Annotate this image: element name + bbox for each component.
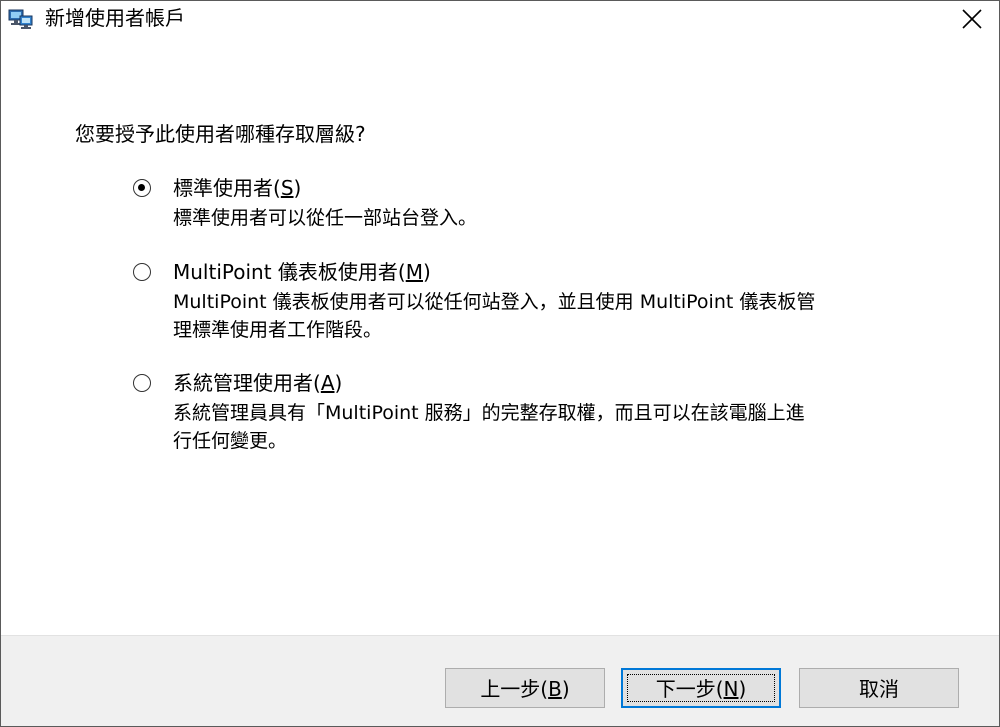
back-button[interactable]: 上一步(B) <box>445 668 605 708</box>
close-button[interactable] <box>945 1 999 37</box>
next-button[interactable]: 下一步(N) <box>621 668 781 708</box>
option-standard-user-label[interactable]: 標準使用者(S) <box>173 176 301 200</box>
description-line: 理標準使用者工作階段。 <box>173 319 383 341</box>
description-line: 標準使用者可以從任一部站台登入。 <box>173 207 478 229</box>
option-admin-user-description: 系統管理員具有「MultiPoint 服務」的完整存取權，而且可以在該電腦上進 … <box>173 399 993 455</box>
button-bar: 上一步(B) 下一步(N) 取消 <box>1 635 999 726</box>
radio-admin-user[interactable] <box>133 374 151 392</box>
computer-network-icon <box>7 7 35 31</box>
close-icon <box>962 9 982 29</box>
focus-rectangle <box>627 674 775 702</box>
option-standard-user-description: 標準使用者可以從任一部站台登入。 <box>173 204 993 232</box>
description-line: 行任何變更。 <box>173 430 288 452</box>
radio-standard-user[interactable] <box>133 179 151 197</box>
add-user-dialog: 新增使用者帳戶 您要授予此使用者哪種存取層級? 標準使用者(S) 標準使用者可以… <box>0 0 1000 727</box>
option-dashboard-user-description: MultiPoint 儀表板使用者可以從任何站登入，並且使用 MultiPoin… <box>173 288 993 344</box>
description-line: 系統管理員具有「MultiPoint 服務」的完整存取權，而且可以在該電腦上進 <box>173 402 805 424</box>
title-bar: 新增使用者帳戶 <box>1 1 999 37</box>
description-line: MultiPoint 儀表板使用者可以從任何站登入，並且使用 MultiPoin… <box>173 291 816 313</box>
cancel-button[interactable]: 取消 <box>799 668 959 708</box>
radio-dashboard-user[interactable] <box>133 263 151 281</box>
access-level-prompt: 您要授予此使用者哪種存取層級? <box>75 122 366 146</box>
option-dashboard-user-label[interactable]: MultiPoint 儀表板使用者(M) <box>173 260 431 284</box>
window-title: 新增使用者帳戶 <box>45 6 185 30</box>
option-admin-user-label[interactable]: 系統管理使用者(A) <box>173 371 342 395</box>
